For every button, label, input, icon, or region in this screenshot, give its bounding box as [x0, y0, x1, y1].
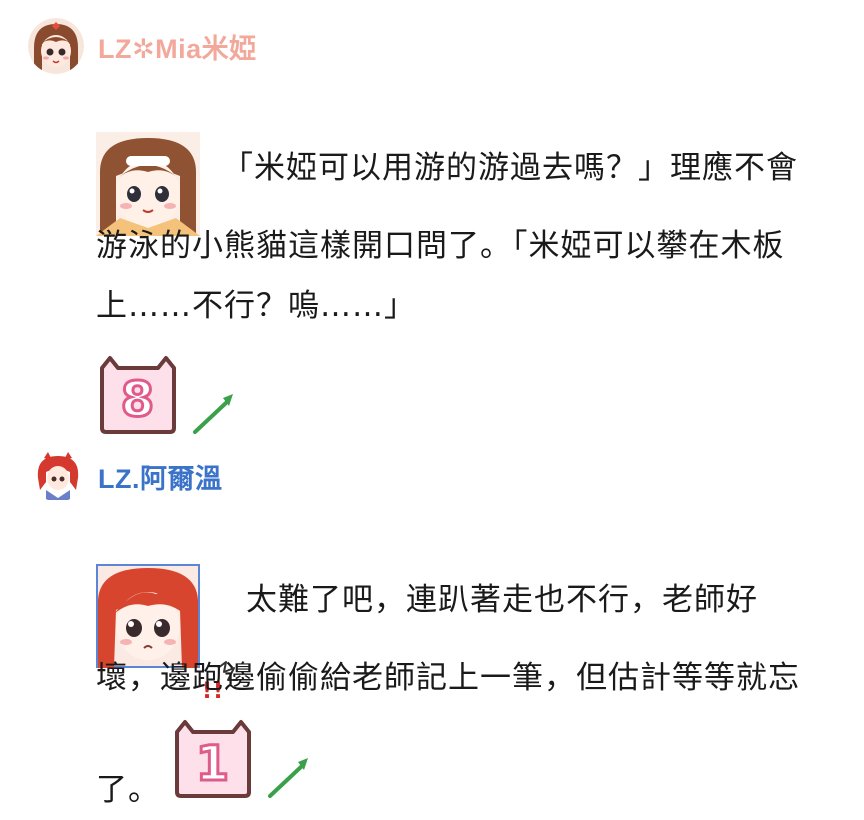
author-avatar-icon[interactable] — [32, 450, 84, 502]
dice-value: 1 — [196, 736, 230, 792]
message-text-line: 太難了吧，連趴著走也不行，老師好 — [246, 582, 758, 618]
dice-result-badge: 1 — [171, 718, 255, 820]
author-name[interactable]: LZ.阿爾溫 — [98, 457, 223, 496]
message-body: 「米婭可以用游的游過去嗎？」理應不會 游泳的小熊貓這樣開口問了。「米婭可以攀在木… — [96, 100, 826, 440]
message-header: LZ✲Mia米婭 — [28, 18, 257, 74]
message-text-line: 上……不行？嗚……」 — [96, 288, 416, 324]
author-avatar-icon[interactable] — [28, 18, 84, 74]
message-text-line: 了。 — [96, 772, 160, 808]
message-1: LZ✲Mia米婭 「米婭可以用游的游過去嗎？」理應不會 游泳的小熊貓這樣開口問了… — [0, 0, 864, 434]
dice-value: 8 — [121, 372, 155, 428]
message-body: !! 太難了吧，連趴著走也不行，老師好 壞，邊跑邊偷偷給老師記上一筆，但估計等等… — [96, 532, 826, 808]
green-ribbon-icon — [266, 754, 312, 820]
message-text-line: 游泳的小熊貓這樣開口問了。「米婭可以攀在木板 — [96, 228, 785, 264]
message-text-line: 「米婭可以用游的游過去嗎？」理應不會 — [222, 150, 798, 186]
message-header: LZ.阿爾溫 — [32, 450, 223, 502]
message-text-line: 壞，邊跑邊偷偷給老師記上一筆，但估計等等就忘 — [96, 660, 800, 696]
message-2: LZ.阿爾溫 !! 太難了吧，連趴著走也不行，老師好 壞，邊跑邊偷偷給老師記上一… — [0, 440, 864, 818]
author-name[interactable]: LZ✲Mia米婭 — [98, 27, 257, 66]
